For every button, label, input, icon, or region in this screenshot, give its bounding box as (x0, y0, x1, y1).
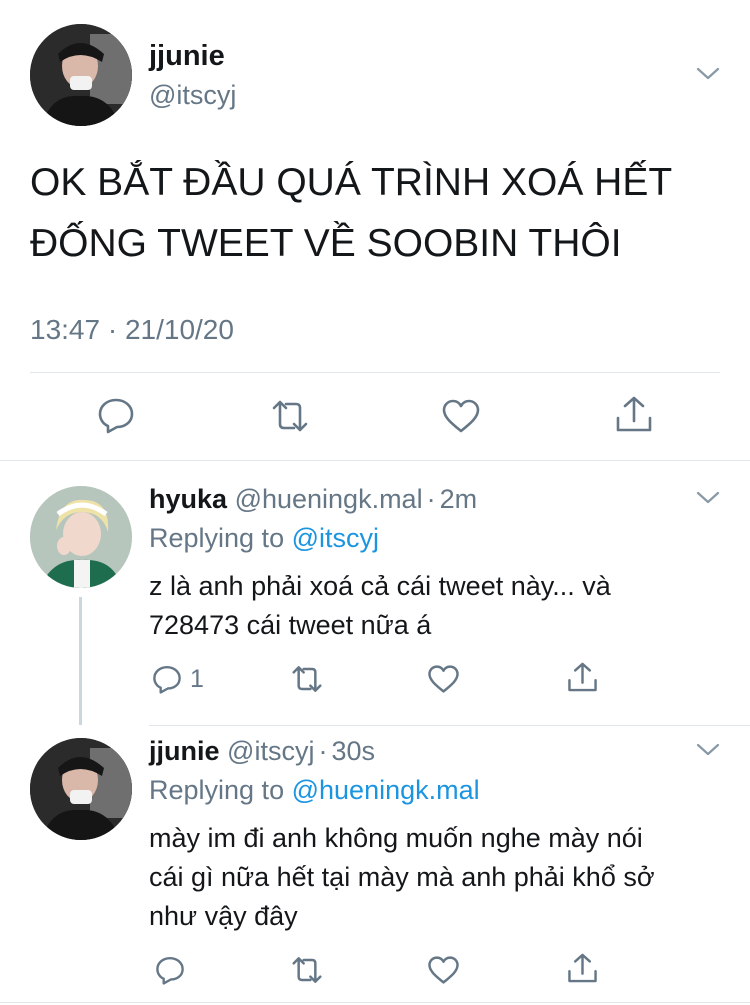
retweet-icon[interactable] (270, 398, 310, 434)
reply-text-line-1: z là anh phải xoá cả cái tweet này... và (149, 571, 611, 601)
reply-avatar[interactable] (30, 486, 132, 588)
reply-header: jjunie @itscyj · 30s (149, 736, 375, 767)
reply-icon[interactable] (155, 955, 185, 985)
bottom-divider (0, 1002, 750, 1003)
replying-to-prefix: Replying to (149, 775, 285, 805)
reply-text-line-2: cái gì nữa hết tại mày mà anh phải khổ s… (149, 862, 655, 892)
main-tweet-timestamp[interactable]: 13:47 · 21/10/20 (30, 314, 234, 346)
share-icon[interactable] (615, 394, 653, 434)
main-tweet-text-line-2: ĐỐNG TWEET VỀ SOOBIN THÔI (30, 222, 622, 265)
main-tweet-avatar[interactable] (30, 24, 132, 126)
replying-to-prefix: Replying to (149, 523, 285, 553)
replying-to-line: Replying to @hueningk.mal (149, 775, 480, 806)
reply-header: hyuka @hueningk.mal · 2m (149, 484, 477, 515)
retweet-icon[interactable] (290, 664, 324, 694)
reply-avatar[interactable] (30, 738, 132, 840)
retweet-icon[interactable] (290, 955, 324, 985)
main-tweet-meta-divider (30, 372, 720, 373)
replying-to-handle-link[interactable]: @hueningk.mal (292, 775, 480, 805)
section-divider (0, 460, 750, 461)
reply-thread-line (79, 597, 82, 725)
reply-count: 1 (190, 665, 204, 693)
reply-author-handle[interactable]: @itscyj (227, 736, 314, 766)
reply-time[interactable]: 30s (331, 736, 375, 766)
reply-text-line-1: mày im đi anh không muốn nghe mày nói (149, 823, 643, 853)
reply-icon[interactable] (152, 664, 182, 694)
replying-to-handle-link[interactable]: @itscyj (292, 523, 379, 553)
chevron-down-icon[interactable] (696, 490, 720, 506)
main-tweet-author-name[interactable]: jjunie (149, 40, 225, 73)
reply-separator: · (426, 484, 436, 514)
reply-author-handle[interactable]: @hueningk.mal (235, 484, 423, 514)
reply-time[interactable]: 2m (440, 484, 478, 514)
chevron-down-icon[interactable] (696, 742, 720, 758)
reply-divider (149, 725, 750, 726)
share-icon[interactable] (567, 951, 598, 985)
like-icon[interactable] (441, 398, 481, 434)
main-tweet-text-line-1: OK BẮT ĐẦU QUÁ TRÌNH XOÁ HẾT (30, 161, 673, 204)
share-icon[interactable] (567, 660, 598, 694)
reply-icon[interactable] (97, 396, 135, 434)
reply-author-name[interactable]: hyuka (149, 484, 227, 514)
like-icon[interactable] (427, 955, 460, 985)
reply-text-line-3: như vậy đây (149, 901, 298, 931)
reply-author-name[interactable]: jjunie (149, 736, 220, 766)
replying-to-line: Replying to @itscyj (149, 523, 379, 554)
like-icon[interactable] (427, 664, 460, 694)
chevron-down-icon[interactable] (696, 66, 720, 82)
main-tweet-author-handle[interactable]: @itscyj (149, 80, 236, 111)
reply-text-line-2: 728473 cái tweet nữa á (149, 610, 432, 640)
reply-separator: · (318, 736, 328, 766)
